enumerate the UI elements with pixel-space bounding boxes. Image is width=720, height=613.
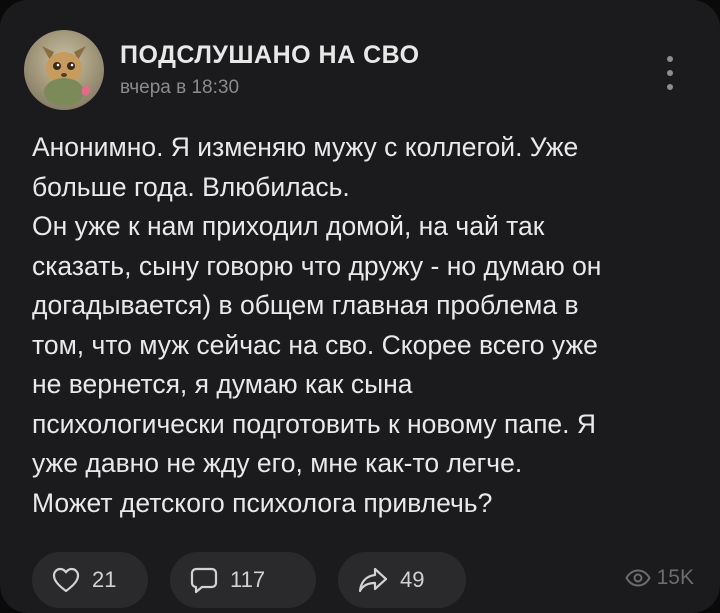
share-icon <box>358 567 388 593</box>
post-card: ПОДСЛУШАНО НА СВО вчера в 18:30 Анонимно… <box>0 0 720 613</box>
post-line: Анонимно. Я изменяю мужу с коллегой. Уже <box>32 132 579 162</box>
more-dot <box>667 70 673 76</box>
post-actions: 21 117 49 15K <box>32 552 708 612</box>
heart-icon <box>52 567 80 593</box>
like-button[interactable]: 21 <box>32 552 148 608</box>
post-meta: ПОДСЛУШАНО НА СВО вчера в 18:30 <box>120 40 420 100</box>
post-line: психологически подготовить к новому папе… <box>32 408 597 439</box>
post-header: ПОДСЛУШАНО НА СВО вчера в 18:30 <box>24 30 420 110</box>
post-line: Он уже к нам приходил домой, на чай так <box>32 211 545 241</box>
avatar-image <box>42 46 91 106</box>
post-text: Анонимно. Я изменяю мужу с коллегой. Уже… <box>32 128 692 523</box>
post-line: Может детского психолога привлечь? <box>32 487 493 518</box>
share-button[interactable]: 49 <box>338 552 466 608</box>
community-avatar[interactable] <box>24 30 104 110</box>
post-line: том, что муж сейчас на сво. Скорее всего… <box>32 329 598 360</box>
post-line: догадывается) в общем главная проблема в <box>32 290 579 320</box>
post-line: сказать, сыну говорю что дружу - но дума… <box>32 250 602 281</box>
share-count: 49 <box>400 567 425 592</box>
views-count: 15K <box>656 566 694 589</box>
more-dot <box>667 84 673 90</box>
community-name[interactable]: ПОДСЛУШАНО НА СВО <box>120 40 420 70</box>
comment-icon <box>190 567 218 594</box>
comment-count: 117 <box>230 567 266 592</box>
post-line: уже давно не жду его, мне как-то легче. <box>32 448 523 478</box>
more-vertical-icon[interactable] <box>664 56 676 90</box>
comment-button[interactable]: 117 <box>170 552 316 608</box>
post-line: не вернется, я думаю как сына <box>32 369 413 399</box>
post-time: вчера в 18:30 <box>120 77 240 98</box>
post-line: больше года. Влюбилась. <box>32 171 350 202</box>
more-dot <box>667 56 673 62</box>
eye-icon <box>624 569 651 587</box>
views-counter: 15K <box>624 566 694 590</box>
like-count: 21 <box>92 567 117 592</box>
